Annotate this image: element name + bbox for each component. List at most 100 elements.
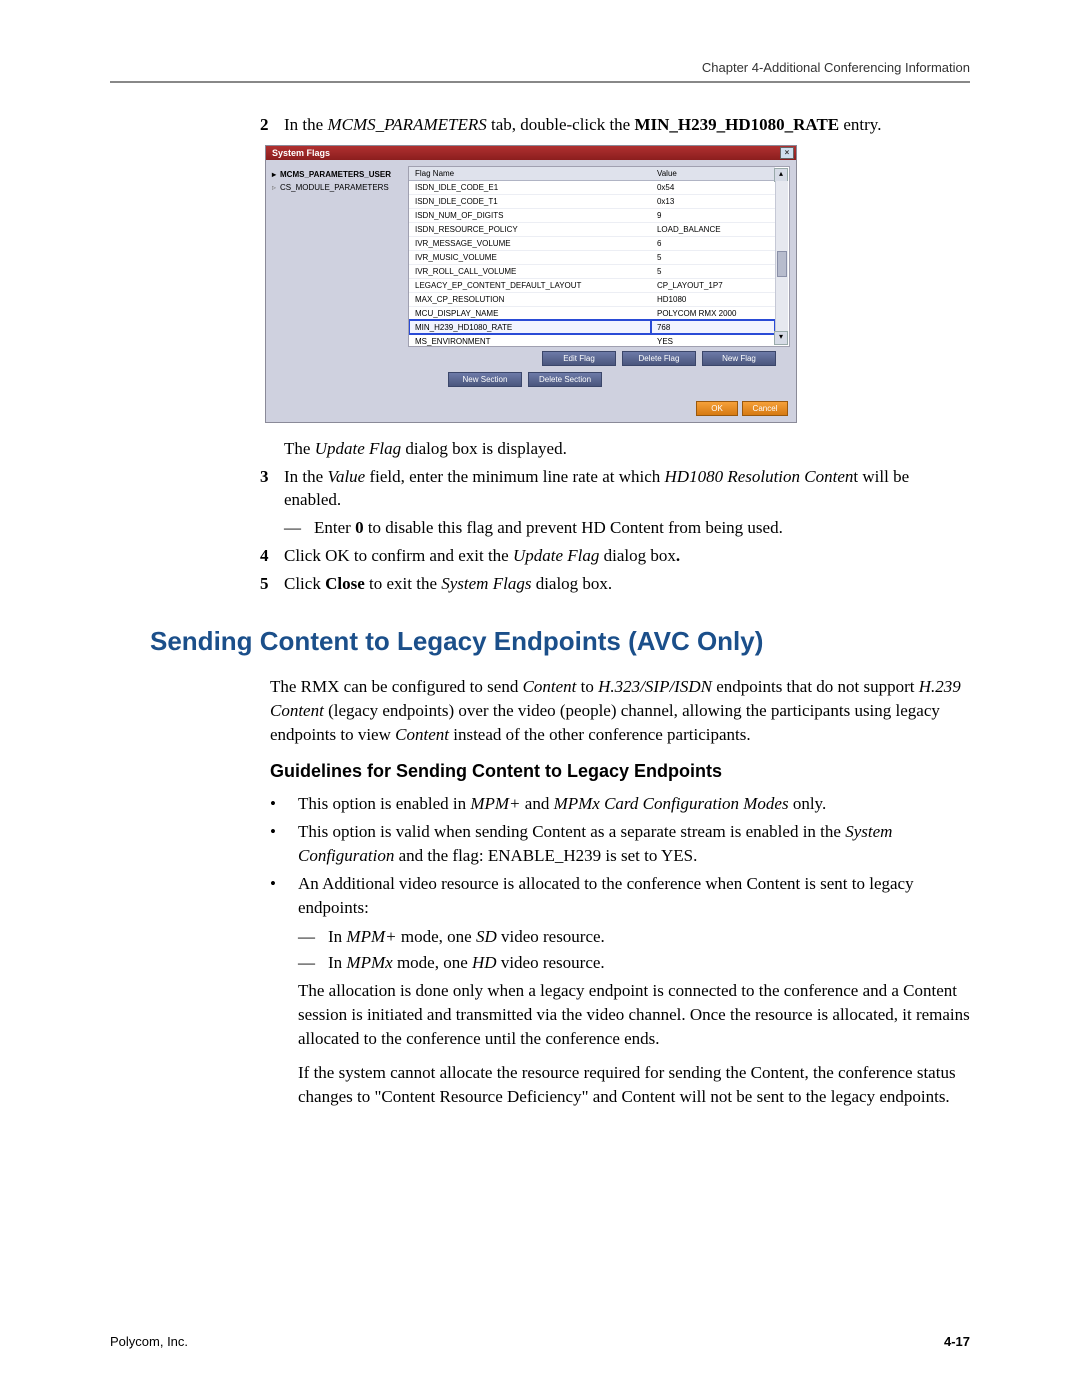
- flag-name-cell: ISDN_IDLE_CODE_E1: [409, 180, 651, 194]
- text: Click OK to confirm and exit the: [284, 546, 513, 565]
- bullet-3: • An Additional video resource is alloca…: [270, 872, 970, 920]
- text: In the: [284, 115, 327, 134]
- ok-button[interactable]: OK: [696, 401, 738, 416]
- subsection-heading: Guidelines for Sending Content to Legacy…: [270, 761, 970, 782]
- step-3: 3 In the Value field, enter the minimum …: [260, 465, 970, 513]
- tree-item-mcms[interactable]: ▸MCMS_PARAMETERS_USER: [272, 168, 402, 182]
- flag-name-cell: ISDN_IDLE_CODE_T1: [409, 194, 651, 208]
- step-number: 2: [260, 113, 284, 137]
- flag-value-cell: 0x54: [651, 180, 775, 194]
- flag-name-cell: IVR_MUSIC_VOLUME: [409, 250, 651, 264]
- flags-table: Flag Name Value ISDN_IDLE_CODE_E10x54ISD…: [409, 167, 775, 347]
- flag-value-cell: POLYCOM RMX 2000: [651, 306, 775, 320]
- scroll-down-icon[interactable]: ▾: [774, 331, 788, 345]
- table-row[interactable]: MIN_H239_HD1080_RATE768: [409, 320, 775, 334]
- flag-value-cell: HD1080: [651, 292, 775, 306]
- text: tab, double-click the: [487, 115, 635, 134]
- table-row[interactable]: IVR_ROLL_CALL_VOLUME5: [409, 264, 775, 278]
- section-heading: Sending Content to Legacy Endpoints (AVC…: [150, 626, 970, 657]
- tree-panel: ▸MCMS_PARAMETERS_USER ▹CS_MODULE_PARAMET…: [272, 166, 402, 389]
- flag-value-cell: LOAD_BALANCE: [651, 222, 775, 236]
- text: Enter: [314, 518, 355, 537]
- flag-value-cell: YES: [651, 334, 775, 347]
- table-row[interactable]: LEGACY_EP_CONTENT_DEFAULT_LAYOUTCP_LAYOU…: [409, 278, 775, 292]
- table-row[interactable]: MS_ENVIRONMENTYES: [409, 334, 775, 347]
- text: Click: [284, 574, 325, 593]
- text: field, enter the minimum line rate at wh…: [365, 467, 664, 486]
- table-row[interactable]: MCU_DISPLAY_NAMEPOLYCOM RMX 2000: [409, 306, 775, 320]
- delete-flag-button[interactable]: Delete Flag: [622, 351, 696, 366]
- new-section-button[interactable]: New Section: [448, 372, 522, 387]
- text: to exit the: [365, 574, 441, 593]
- embedded-screenshot: System Flags × ▸MCMS_PARAMETERS_USER ▹CS…: [265, 145, 970, 423]
- dialog-titlebar: System Flags ×: [266, 146, 796, 160]
- bullet-3-sub1: — In MPM+ mode, one SD video resource.: [298, 925, 970, 949]
- table-row[interactable]: MAX_CP_RESOLUTIONHD1080: [409, 292, 775, 306]
- step-2-result: The Update Flag dialog box is displayed.: [260, 437, 970, 461]
- step-5: 5 Click Close to exit the System Flags d…: [260, 572, 970, 596]
- text: to disable this flag and prevent HD Cont…: [364, 518, 783, 537]
- text-italic: Value: [327, 467, 365, 486]
- flag-name-cell: ISDN_NUM_OF_DIGITS: [409, 208, 651, 222]
- col-flag-name[interactable]: Flag Name: [409, 167, 651, 181]
- flag-value-cell: CP_LAYOUT_1P7: [651, 278, 775, 292]
- text: dialog box.: [531, 574, 612, 593]
- scrollbar[interactable]: [775, 181, 788, 332]
- text: In the: [284, 467, 327, 486]
- text: The: [284, 439, 315, 458]
- text-bold: .: [676, 546, 680, 565]
- flag-value-cell: 768: [651, 320, 775, 334]
- header-chapter: Chapter 4-Additional Conferencing Inform…: [110, 60, 970, 75]
- edit-flag-button[interactable]: Edit Flag: [542, 351, 616, 366]
- text-italic: Update Flag: [315, 439, 401, 458]
- flag-name-cell: MIN_H239_HD1080_RATE: [409, 320, 651, 334]
- tree-item-cs[interactable]: ▹CS_MODULE_PARAMETERS: [272, 181, 402, 195]
- col-value[interactable]: Value: [651, 167, 775, 181]
- text-italic: Update Flag: [513, 546, 599, 565]
- step-3-sub: — Enter 0 to disable this flag and preve…: [284, 516, 970, 540]
- step-4: 4 Click OK to confirm and exit the Updat…: [260, 544, 970, 568]
- close-icon[interactable]: ×: [780, 147, 794, 159]
- table-row[interactable]: ISDN_IDLE_CODE_E10x54: [409, 180, 775, 194]
- footer-right: 4-17: [944, 1334, 970, 1349]
- page: Chapter 4-Additional Conferencing Inform…: [0, 0, 1080, 1397]
- table-row[interactable]: IVR_MESSAGE_VOLUME6: [409, 236, 775, 250]
- text: dialog box: [599, 546, 676, 565]
- text-bold: Close: [325, 574, 365, 593]
- dialog-title: System Flags: [272, 148, 330, 158]
- flags-table-wrap: Flag Name Value ISDN_IDLE_CODE_E10x54ISD…: [408, 166, 790, 347]
- step-2: 2 In the MCMS_PARAMETERS tab, double-cli…: [260, 113, 970, 137]
- table-row[interactable]: ISDN_NUM_OF_DIGITS9: [409, 208, 775, 222]
- table-row[interactable]: ISDN_RESOURCE_POLICYLOAD_BALANCE: [409, 222, 775, 236]
- flag-value-cell: 5: [651, 264, 775, 278]
- flag-name-cell: IVR_MESSAGE_VOLUME: [409, 236, 651, 250]
- flag-value-cell: 0x13: [651, 194, 775, 208]
- flag-value-cell: 9: [651, 208, 775, 222]
- new-flag-button[interactable]: New Flag: [702, 351, 776, 366]
- scroll-thumb[interactable]: [777, 251, 787, 277]
- scroll-up-icon[interactable]: ▴: [774, 168, 788, 182]
- footer-left: Polycom, Inc.: [110, 1334, 188, 1349]
- cancel-button[interactable]: Cancel: [742, 401, 788, 416]
- text-italic: System Flags: [441, 574, 531, 593]
- text-bold: MIN_H239_HD1080_RATE: [634, 115, 839, 134]
- text: entry.: [839, 115, 881, 134]
- table-row[interactable]: ISDN_IDLE_CODE_T10x13: [409, 194, 775, 208]
- flag-value-cell: 5: [651, 250, 775, 264]
- section-paragraph: The RMX can be configured to send Conten…: [270, 675, 970, 747]
- flag-name-cell: MS_ENVIRONMENT: [409, 334, 651, 347]
- text-bold: 0: [355, 518, 364, 537]
- bullet-1: • This option is enabled in MPM+ and MPM…: [270, 792, 970, 816]
- bullet-2: • This option is valid when sending Cont…: [270, 820, 970, 868]
- bullet-3-cont1: The allocation is done only when a legac…: [298, 979, 970, 1051]
- delete-section-button[interactable]: Delete Section: [528, 372, 602, 387]
- flag-name-cell: ISDN_RESOURCE_POLICY: [409, 222, 651, 236]
- header-rule: [110, 81, 970, 83]
- flag-name-cell: MAX_CP_RESOLUTION: [409, 292, 651, 306]
- flag-name-cell: IVR_ROLL_CALL_VOLUME: [409, 264, 651, 278]
- flag-name-cell: MCU_DISPLAY_NAME: [409, 306, 651, 320]
- page-footer: Polycom, Inc. 4-17: [110, 1334, 970, 1349]
- table-row[interactable]: IVR_MUSIC_VOLUME5: [409, 250, 775, 264]
- text: dialog box is displayed.: [401, 439, 567, 458]
- bullet-3-sub2: — In MPMx mode, one HD video resource.: [298, 951, 970, 975]
